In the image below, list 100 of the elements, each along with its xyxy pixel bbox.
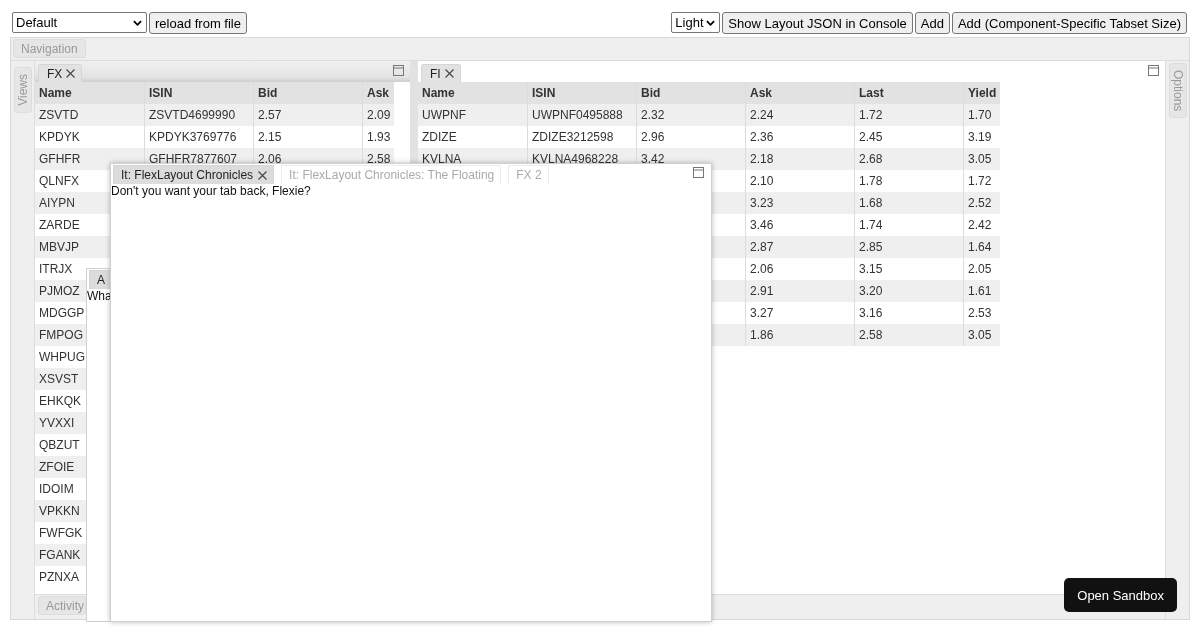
table-cell: 3.05 xyxy=(968,152,992,166)
reload-button[interactable]: reload from file xyxy=(149,12,247,34)
table-cell: MBVJP xyxy=(39,240,79,254)
table-cell: 2.45 xyxy=(859,130,883,144)
column-header: ISIN xyxy=(532,86,556,100)
table-cell: 2.58 xyxy=(859,328,883,342)
window-text: Don't you want your tab back, Flexie? xyxy=(111,184,311,198)
table-cell: 2.32 xyxy=(641,108,665,122)
table-cell: ZARDE xyxy=(39,218,80,232)
table-cell: 1.64 xyxy=(968,240,992,254)
table-cell: 2.06 xyxy=(750,262,774,276)
table-cell: 2.57 xyxy=(258,108,282,122)
table-cell: UWPNF xyxy=(422,108,466,122)
table-cell: 3.19 xyxy=(968,130,992,144)
table-cell: 3.46 xyxy=(750,218,774,232)
table-cell: 1.70 xyxy=(968,108,992,122)
close-icon[interactable] xyxy=(258,170,268,180)
table-cell: 3.05 xyxy=(968,328,992,342)
table-cell: 3.27 xyxy=(750,306,774,320)
table-cell: 3.23 xyxy=(750,196,774,210)
tab[interactable]: FI xyxy=(421,64,461,82)
toolbar-button[interactable]: Show Layout JSON in Console xyxy=(722,12,913,34)
table-cell: ZSVTD4699990 xyxy=(149,108,236,122)
table-cell: 1.72 xyxy=(859,108,883,122)
table-cell: 2.87 xyxy=(750,240,774,254)
column-header: Bid xyxy=(641,86,661,100)
table-cell: ITRJX xyxy=(39,262,73,276)
table-cell: WHPUG xyxy=(39,350,85,364)
table-cell: PZNXA xyxy=(39,570,79,584)
window-icon[interactable] xyxy=(393,65,404,76)
table-cell: 1.72 xyxy=(968,174,992,188)
table-cell: 2.36 xyxy=(750,130,774,144)
column-header: Ask xyxy=(367,86,389,100)
table-cell: KPDYK xyxy=(39,130,80,144)
table-cell: 1.93 xyxy=(367,130,391,144)
table-cell: 1.61 xyxy=(968,284,992,298)
table-cell: ZFOIE xyxy=(39,460,75,474)
table-cell: QBZUT xyxy=(39,438,80,452)
column-header: Name xyxy=(39,86,72,100)
table-cell: KVLNA xyxy=(422,152,462,166)
table-cell: EHKQK xyxy=(39,394,81,408)
table-cell: 2.96 xyxy=(641,130,665,144)
table-cell: 1.86 xyxy=(750,328,774,342)
table-cell: 2.42 xyxy=(968,218,992,232)
open-sandbox-button[interactable]: Open Sandbox xyxy=(1064,578,1177,612)
table-cell: QLNFX xyxy=(39,174,79,188)
table-cell: IDOIM xyxy=(39,482,74,496)
table-cell: KVLNA4968228 xyxy=(532,152,619,166)
caret-icon xyxy=(706,19,716,26)
table-cell: 1.78 xyxy=(859,174,883,188)
table-cell: 3.42 xyxy=(641,152,665,166)
table-cell: ZSVTD xyxy=(39,108,79,122)
table-cell: 3.16 xyxy=(859,306,883,320)
table-cell: 2.85 xyxy=(859,240,883,254)
table-cell: AIYPN xyxy=(39,196,75,210)
column-header: Bid xyxy=(258,86,278,100)
table-cell: PJMOZ xyxy=(39,284,80,298)
table-cell: 2.91 xyxy=(750,284,774,298)
table-cell: 2.10 xyxy=(750,174,774,188)
tab[interactable]: FX xyxy=(38,64,83,82)
table-cell: 2.15 xyxy=(258,130,282,144)
window-icon[interactable] xyxy=(693,167,704,178)
table-cell: 2.06 xyxy=(258,152,282,166)
table-cell: FWFGK xyxy=(39,526,83,540)
table-cell: 3.15 xyxy=(859,262,883,276)
table-cell: UWPNF0495888 xyxy=(532,108,623,122)
layout-select[interactable]: Default xyxy=(12,12,147,33)
table-cell: 1.68 xyxy=(859,196,883,210)
column-header: Last xyxy=(859,86,884,100)
table-cell: ZDIZE xyxy=(422,130,457,144)
table-cell: GFHFR7877607 xyxy=(149,152,238,166)
column-header: ISIN xyxy=(149,86,173,100)
column-header: Name xyxy=(422,86,455,100)
toolbar-button[interactable]: Add xyxy=(914,12,950,34)
theme-select[interactable]: Light xyxy=(671,12,721,33)
close-icon[interactable] xyxy=(66,69,76,78)
table-cell: 2.53 xyxy=(968,306,992,320)
table-cell: ZDIZE3212598 xyxy=(532,130,614,144)
tab[interactable]: It: FlexLayout Chronicles xyxy=(113,165,275,184)
table-cell: XSVST xyxy=(39,372,79,386)
table-cell: 2.18 xyxy=(750,152,774,166)
table-cell: KPDYK3769776 xyxy=(149,130,237,144)
column-header: Ask xyxy=(750,86,772,100)
tab[interactable]: A xyxy=(89,270,112,289)
table-cell: 2.58 xyxy=(367,152,391,166)
toolbar-button[interactable]: Add (Component-Specific Tabset Size) xyxy=(951,12,1187,34)
table-cell: 3.20 xyxy=(859,284,883,298)
window-icon[interactable] xyxy=(1148,65,1159,76)
table-cell: GFHFR xyxy=(39,152,81,166)
caret-icon xyxy=(133,19,142,26)
table-cell: 2.24 xyxy=(750,108,774,122)
table-cell: FGANK xyxy=(39,548,81,562)
table-cell: 2.05 xyxy=(968,262,992,276)
table-cell: MDGGP xyxy=(39,306,85,320)
table-cell: VPKKN xyxy=(39,504,80,518)
close-icon[interactable] xyxy=(444,69,454,78)
table-cell: 1.74 xyxy=(859,218,883,232)
table-cell: YVXXI xyxy=(39,416,75,430)
table-cell: 2.09 xyxy=(367,108,391,122)
table-cell: FMPOG xyxy=(39,328,83,342)
